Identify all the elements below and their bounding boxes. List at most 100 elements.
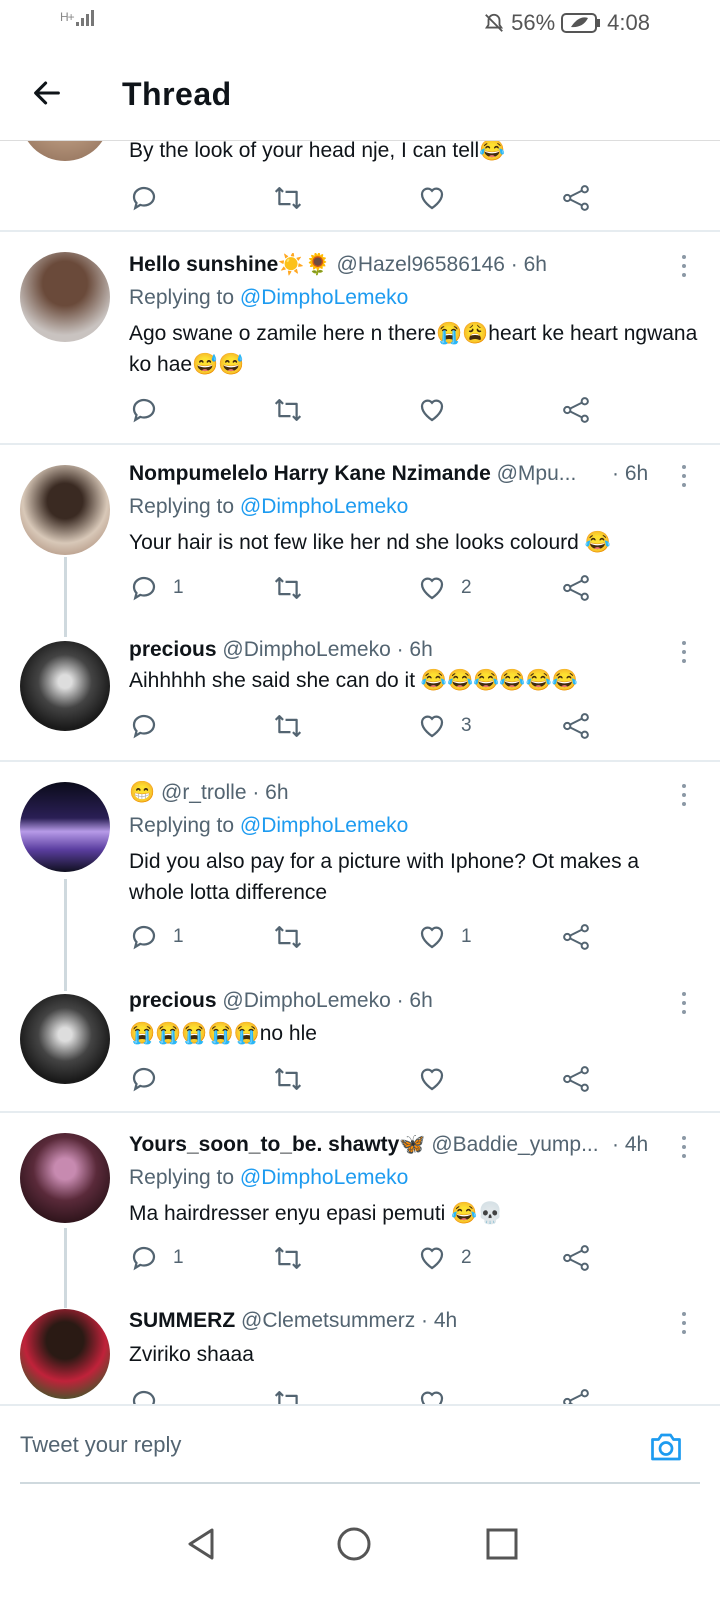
- avatar[interactable]: [20, 1133, 110, 1223]
- reply-button[interactable]: 1: [129, 922, 184, 952]
- avatar[interactable]: [20, 252, 110, 342]
- share-button[interactable]: [561, 922, 591, 952]
- reply-button[interactable]: 1: [129, 1243, 184, 1273]
- display-name[interactable]: Hello sunshine☀️🌻: [129, 253, 331, 276]
- retweet-icon: [274, 926, 302, 948]
- mention-link[interactable]: @DimphoLemeko: [240, 495, 408, 518]
- handle[interactable]: @Mpu...: [497, 462, 577, 485]
- timestamp: · 6h: [396, 638, 433, 661]
- handle[interactable]: @r_trolle: [161, 781, 247, 804]
- more-icon[interactable]: [678, 989, 690, 1017]
- display-name[interactable]: 😁: [129, 781, 155, 804]
- thread-feed[interactable]: By the look of your head nje, I can tell…: [0, 141, 720, 1404]
- retweet-button[interactable]: [272, 711, 304, 741]
- reply-icon: [132, 576, 156, 601]
- display-name[interactable]: SUMMERZ: [129, 1309, 235, 1332]
- handle[interactable]: @Clemetsummerz: [241, 1309, 415, 1332]
- clock: 4:08: [607, 10, 650, 35]
- more-icon[interactable]: [678, 638, 690, 666]
- tweet-actions: [129, 1064, 609, 1104]
- more-icon[interactable]: [678, 781, 690, 809]
- reply-button[interactable]: [129, 711, 173, 741]
- like-icon: [420, 577, 444, 600]
- retweet-button[interactable]: [272, 922, 304, 952]
- avatar[interactable]: [20, 641, 110, 731]
- share-button[interactable]: [561, 1387, 591, 1404]
- share-button[interactable]: [561, 183, 591, 213]
- share-button[interactable]: [561, 395, 591, 425]
- share-icon: [563, 575, 589, 601]
- nav-home-icon[interactable]: [334, 1524, 374, 1564]
- nav-back-icon[interactable]: [182, 1524, 222, 1564]
- tweet-header: precious @DimphoLemeko · 6h: [129, 638, 669, 662]
- tweet[interactable]: Hello sunshine☀️🌻 @Hazel96586146 · 6h Re…: [0, 232, 720, 443]
- handle[interactable]: @Baddie_yump...: [431, 1133, 598, 1156]
- retweet-button[interactable]: [272, 1243, 304, 1273]
- like-button[interactable]: [417, 1064, 461, 1094]
- tweet[interactable]: precious @DimphoLemeko · 6h Aihhhhh she …: [0, 621, 720, 760]
- share-button[interactable]: [561, 1243, 591, 1273]
- tweet[interactable]: Yours_soon_to_be. shawty🦋 @Baddie_yump..…: [0, 1113, 720, 1289]
- reply-icon: [132, 925, 156, 950]
- share-button[interactable]: [561, 1064, 591, 1094]
- more-icon[interactable]: [678, 1309, 690, 1337]
- like-icon: [420, 1068, 444, 1091]
- display-name[interactable]: precious: [129, 638, 217, 661]
- mention-link[interactable]: @DimphoLemeko: [240, 814, 408, 837]
- handle[interactable]: @DimphoLemeko: [222, 638, 390, 661]
- reply-button[interactable]: [129, 1387, 159, 1404]
- retweet-button[interactable]: [272, 1064, 304, 1094]
- tweet-actions: 3: [129, 711, 609, 751]
- avatar[interactable]: [20, 465, 110, 555]
- like-button[interactable]: [417, 395, 461, 425]
- tweet[interactable]: SUMMERZ @Clemetsummerz · 4h Zviriko shaa…: [0, 1289, 720, 1404]
- like-button[interactable]: 1: [417, 922, 472, 952]
- display-name[interactable]: precious: [129, 989, 217, 1012]
- avatar[interactable]: [20, 994, 110, 1084]
- tweet-reply-input[interactable]: Tweet your reply: [20, 1432, 181, 1458]
- battery-percent: 56%: [511, 10, 556, 35]
- like-button[interactable]: 2: [417, 1243, 472, 1273]
- share-icon: [563, 1245, 589, 1271]
- retweet-button[interactable]: [272, 395, 304, 425]
- reply-icon: [132, 1067, 156, 1092]
- share-button[interactable]: [561, 573, 591, 603]
- like-button[interactable]: [417, 183, 447, 213]
- avatar[interactable]: [20, 1309, 110, 1399]
- more-icon[interactable]: [678, 462, 690, 490]
- reply-button[interactable]: 1: [129, 573, 184, 603]
- like-button[interactable]: 3: [417, 711, 472, 741]
- reply-button[interactable]: [129, 183, 159, 213]
- display-name[interactable]: Nompumelelo Harry Kane Nzimande: [129, 462, 491, 485]
- tweet-text: Aihhhhh she said she can do it 😂😂😂😂😂😂: [129, 669, 578, 692]
- display-name[interactable]: Yours_soon_to_be. shawty🦋: [129, 1133, 426, 1156]
- tweet[interactable]: 😁 @r_trolle · 6h Replying to @DimphoLeme…: [0, 762, 720, 974]
- battery-icon: [561, 13, 601, 33]
- tweet-partial[interactable]: By the look of your head nje, I can tell…: [0, 141, 720, 231]
- reply-button[interactable]: [129, 1064, 173, 1094]
- reply-button[interactable]: [129, 395, 173, 425]
- like-button[interactable]: [417, 1387, 447, 1404]
- share-button[interactable]: [561, 711, 591, 741]
- avatar[interactable]: [20, 141, 110, 161]
- replying-to: Replying to @DimphoLemeko: [129, 1166, 408, 1190]
- handle[interactable]: @DimphoLemeko: [222, 989, 390, 1012]
- nav-recents-icon[interactable]: [482, 1524, 522, 1564]
- reply-count: 1: [173, 1247, 184, 1268]
- more-icon[interactable]: [678, 1133, 690, 1161]
- back-arrow-icon[interactable]: [30, 76, 64, 110]
- tweet-text: Zviriko shaaa: [129, 1343, 254, 1366]
- retweet-button[interactable]: [272, 573, 304, 603]
- tweet[interactable]: precious @DimphoLemeko · 6h 😭😭😭😭😭no hle: [0, 974, 720, 1111]
- like-button[interactable]: 2: [417, 573, 472, 603]
- handle[interactable]: @Hazel96586146: [337, 253, 505, 276]
- avatar[interactable]: [20, 782, 110, 872]
- camera-icon[interactable]: [648, 1430, 684, 1464]
- mention-link[interactable]: @DimphoLemeko: [240, 286, 408, 309]
- retweet-button[interactable]: [272, 183, 304, 213]
- mention-link[interactable]: @DimphoLemeko: [240, 1166, 408, 1189]
- retweet-button[interactable]: [272, 1387, 304, 1404]
- more-icon[interactable]: [678, 252, 690, 280]
- tweet[interactable]: Nompumelelo Harry Kane Nzimande @Mpu... …: [0, 445, 720, 621]
- retweet-icon: [274, 715, 302, 737]
